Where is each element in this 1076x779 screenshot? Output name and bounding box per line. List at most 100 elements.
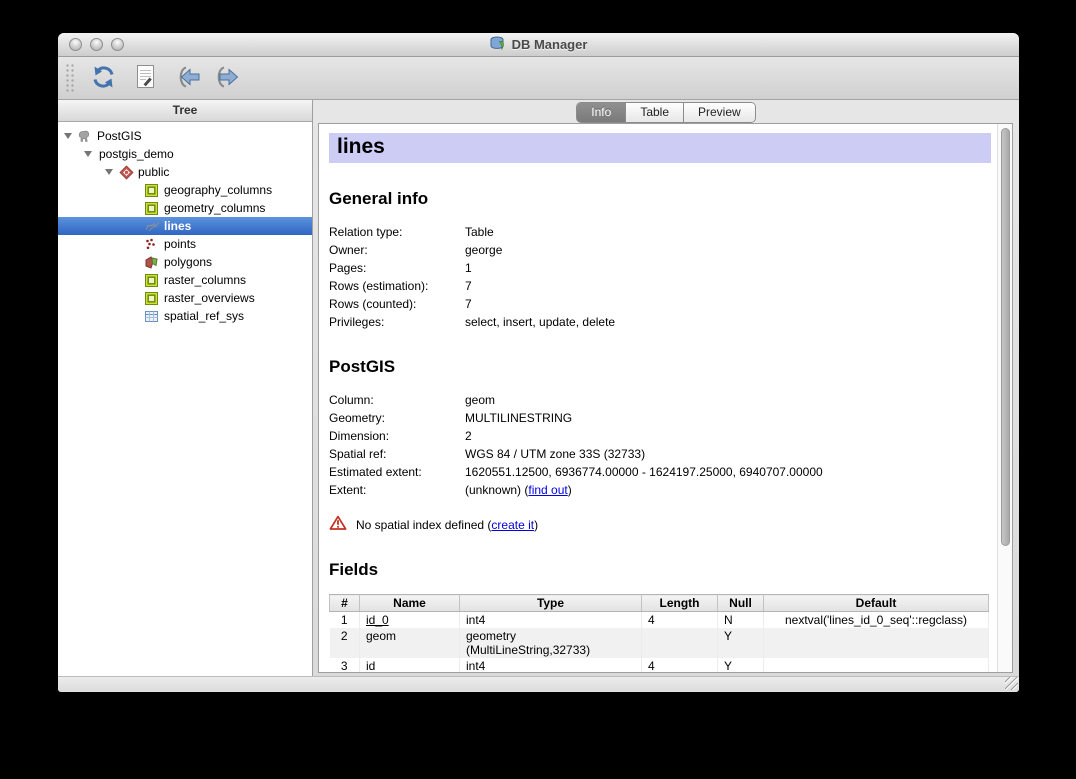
table-green-icon [145,202,163,215]
schema-diamond-icon [119,165,137,180]
tree-item-geometry_columns[interactable]: geometry_columns [58,199,312,217]
expander-triangle-icon[interactable] [105,169,113,175]
tree-item-label: polygons [163,255,212,269]
tree-item-label: lines [163,219,191,233]
tab-table[interactable]: Table [626,103,684,122]
find-out-link[interactable]: find out [528,483,567,497]
toolbar [58,57,1019,100]
tree-item-lines[interactable]: lines [58,217,312,235]
tree-item-label: geography_columns [163,183,272,197]
info-value: 7 [465,277,472,295]
close-button[interactable] [69,38,82,51]
main-split: Tree PostGIS postgis_demopublic geography_… [58,100,1019,676]
field-cell: Y [718,658,764,672]
tree-panel: Tree PostGIS postgis_demopublic geography_… [58,100,313,676]
field-cell: 1 [330,612,360,629]
field-cell: id [360,658,460,672]
info-label: Extent: [329,481,465,499]
refresh-button[interactable] [82,61,124,95]
info-label: Geometry: [329,409,465,427]
info-label: Owner: [329,241,465,259]
traffic-lights [69,38,124,51]
info-label: Relation type: [329,223,465,241]
tree-item-label: raster_overviews [163,291,255,305]
field-cell: int4 [460,658,642,672]
info-label: Rows (estimation): [329,277,465,295]
info-value: geom [465,391,495,409]
fields-table: #NameTypeLengthNullDefault 1id_0int44Nne… [329,594,989,672]
info-row: Estimated extent:1620551.12500, 6936774.… [329,463,995,481]
fields-row-geom: 2geomgeometry (MultiLineString,32733)Y [330,628,989,658]
title-bar[interactable]: DB Manager [58,33,1019,57]
field-cell [642,628,718,658]
import-layer-button[interactable] [166,61,208,95]
field-cell: geometry (MultiLineString,32733) [460,628,642,658]
tab-preview[interactable]: Preview [684,103,755,122]
tree-item-label: geometry_columns [163,201,265,215]
info-label: Spatial ref: [329,445,465,463]
window-title: DB Manager [512,37,588,52]
info-value: select, insert, update, delete [465,313,615,331]
fields-column-header: Null [718,595,764,612]
polygons-geometry-icon [145,256,163,269]
tree-item-postgis_demo[interactable]: postgis_demo [58,145,312,163]
postgis-elephant-icon [78,129,96,143]
fields-column-header: Length [642,595,718,612]
info-row: Column:geom [329,391,995,409]
database-icon [490,36,507,54]
info-label: Rows (counted): [329,295,465,313]
info-row: Rows (counted):7 [329,295,995,313]
tree-item-points[interactable]: points [58,235,312,253]
field-cell: int4 [460,612,642,629]
table-plain-icon [145,310,163,323]
tree-item-geography_columns[interactable]: geography_columns [58,181,312,199]
info-label: Estimated extent: [329,463,465,481]
scrollbar-thumb[interactable] [1001,128,1010,546]
tab-info[interactable]: Info [577,103,626,122]
fields-row-id: 3idint44Y [330,658,989,672]
tree-item-label: postgis_demo [98,147,174,161]
info-content: lines General info Relation type:TableOw… [319,124,997,672]
tree-item-label: raster_columns [163,273,246,287]
info-value: george [465,241,502,259]
info-value: 2 [465,427,472,445]
sql-window-button[interactable] [124,61,166,95]
tree-item-raster_overviews[interactable]: raster_overviews [58,289,312,307]
toolbar-drag-handle[interactable] [65,63,74,93]
info-row: Relation type:Table [329,223,995,241]
expander-triangle-icon[interactable] [84,151,92,157]
field-cell: nextval('lines_id_0_seq'::regclass) [764,612,989,629]
sql-window-icon [135,64,156,93]
export-layer-button[interactable] [208,61,250,95]
fields-column-header: Type [460,595,642,612]
minimize-button[interactable] [90,38,103,51]
tree-item-polygons[interactable]: polygons [58,253,312,271]
vertical-scrollbar[interactable] [997,124,1012,672]
tree-item-public[interactable]: public [58,163,312,181]
tab-bar: InfoTablePreview [313,100,1019,122]
points-geometry-icon [145,238,163,250]
tree-panel-header: Tree [58,100,312,122]
field-cell: 4 [642,612,718,629]
create-spatial-index-link[interactable]: create it [491,518,534,532]
info-value: MULTILINESTRING [465,409,572,427]
field-cell: 4 [642,658,718,672]
lines-geometry-icon [145,220,163,232]
expander-triangle-icon[interactable] [64,133,72,139]
export-layer-icon [214,65,245,92]
info-value: 1 [465,259,472,277]
tree-item-raster_columns[interactable]: raster_columns [58,271,312,289]
import-layer-icon [172,65,203,92]
field-cell: 2 [330,628,360,658]
tree-item-label: PostGIS [96,129,142,143]
zoom-button[interactable] [111,38,124,51]
info-row: Dimension:2 [329,427,995,445]
field-cell: id_0 [360,612,460,629]
fields-row-id_0: 1id_0int44Nnextval('lines_id_0_seq'::reg… [330,612,989,629]
tree-item-label: spatial_ref_sys [163,309,244,323]
tree-item-spatial_ref_sys[interactable]: spatial_ref_sys [58,307,312,325]
spatial-index-warning: No spatial index defined (create it) [329,515,995,534]
tree-item-PostGIS[interactable]: PostGIS [58,127,312,145]
page-title: lines [329,133,991,163]
resize-grip-icon[interactable] [1005,677,1018,690]
